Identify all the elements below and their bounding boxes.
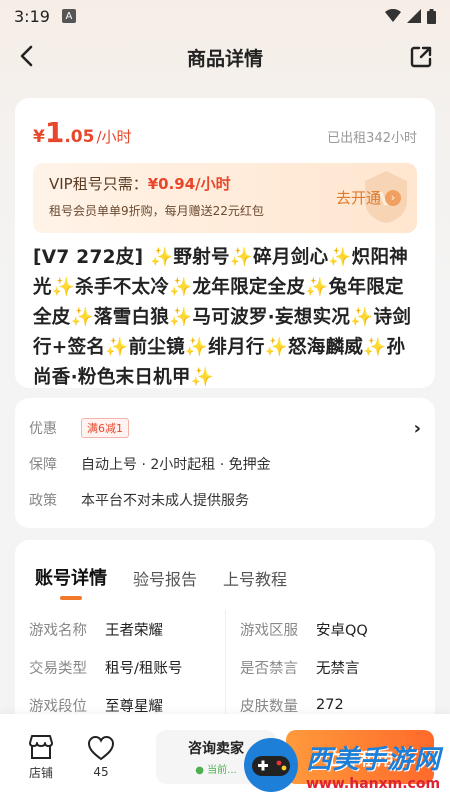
page-title: 商品详情: [186, 47, 263, 70]
detail-item: 是否禁言 无禁言: [225, 648, 421, 686]
detail-value: 至尊星耀: [105, 698, 163, 715]
vip-label: VIP租号只需：: [49, 175, 148, 193]
detail-key: 皮肤数量: [240, 698, 298, 715]
chevron-right-icon[interactable]: ›: [414, 418, 421, 439]
product-description: [V7 272皮] ✨野射号✨碎月剑心✨炽阳神光✨杀手不太冷✨龙年限定全皮✨兔年…: [33, 247, 412, 388]
price-decimal: .05: [64, 127, 95, 147]
chevron-right-icon: ›: [385, 189, 401, 206]
favorite-count: 45: [93, 765, 109, 779]
tab-login-tutorial[interactable]: 上号教程: [223, 566, 287, 590]
service-info-card: 优惠 满6减1 › 保障 自动上号 · 2小时起租 · 免押金 政策 本平台不对…: [15, 398, 435, 528]
watermark-url: www.hanxm.com: [306, 775, 441, 792]
detail-value: 租号/租账号: [105, 660, 183, 677]
tab-verification-report[interactable]: 验号报告: [133, 566, 197, 590]
detail-item: 游戏名称 王者荣耀: [29, 610, 225, 648]
vip-price: ¥0.94/小时: [147, 175, 231, 193]
detail-value: 272: [316, 697, 344, 713]
consult-title: 咨询卖家: [188, 741, 244, 757]
detail-value: 无禁言: [316, 660, 360, 677]
detail-item: 交易类型 租号/租账号: [29, 648, 225, 686]
detail-tabs: 账号详情 验号报告 上号教程: [29, 556, 421, 590]
battery-icon: [427, 8, 436, 24]
status-time: 3:19: [14, 6, 50, 26]
wifi-icon: [385, 9, 401, 22]
consult-status: ● 当前...: [195, 765, 237, 776]
price-integer: 1: [44, 116, 65, 149]
discount-label: 优惠: [29, 421, 57, 437]
vip-open-button[interactable]: 去开通 ›: [336, 187, 401, 208]
guarantee-label: 保障: [29, 457, 57, 473]
detail-key: 游戏段位: [29, 698, 87, 715]
rented-hours: 已出租342小时: [327, 131, 417, 146]
vip-open-label: 去开通: [335, 189, 381, 207]
vip-banner[interactable]: V VIP租号只需：¥0.94/小时 租号会员单单9折购，每月赠送22元红包 去…: [33, 163, 417, 233]
shop-label: 店铺: [28, 765, 53, 780]
detail-item: 游戏区服 安卓QQ: [225, 610, 421, 648]
tab-account-details[interactable]: 账号详情: [35, 564, 107, 590]
discount-row[interactable]: 优惠 满6减1 ›: [29, 410, 421, 446]
details-grid: 游戏名称 王者荣耀 游戏区服 安卓QQ 交易类型 租号/租账号 是否禁言 无禁言 游戏段…: [29, 610, 421, 724]
guarantee-row: 保障 自动上号 · 2小时起租 · 免押金: [29, 446, 421, 482]
detail-key: 是否禁言: [240, 660, 298, 677]
policy-row: 政策 本平台不对未成人提供服务: [29, 482, 421, 518]
heart-icon: [87, 735, 115, 761]
shop-button[interactable]: 店铺: [16, 734, 66, 781]
notification-a-icon: A: [61, 9, 76, 23]
back-arrow-icon[interactable]: [16, 44, 40, 68]
detail-key: 游戏名称: [29, 622, 87, 639]
account-details-card: 账号详情 验号报告 上号教程 游戏名称 王者荣耀 游戏区服 安卓QQ 交易类型 租号/…: [15, 540, 435, 740]
policy-label: 政策: [29, 493, 57, 509]
watermark-text-group: 西美手游网 www.hanxm.com: [306, 739, 441, 792]
bottom-action-bar: 店铺 45 咨询卖家 ● 当前... 立即租用 西美手游网 www.hanxm.…: [0, 714, 450, 800]
policy-value: 本平台不对未成人提供服务: [81, 493, 249, 509]
share-icon[interactable]: [408, 44, 434, 70]
product-card: ¥ 1 .05 /小时 已出租342小时 V VIP租号只需：¥0.94/小时 …: [15, 98, 435, 388]
watermark-title: 西美手游网: [306, 744, 442, 775]
price-unit: /小时: [96, 128, 132, 146]
status-bar: 3:19 A: [0, 0, 450, 32]
detail-value: 王者荣耀: [105, 622, 163, 639]
guarantee-value: 自动上号 · 2小时起租 · 免押金: [81, 457, 271, 473]
price-currency: ¥: [33, 127, 45, 147]
detail-key: 交易类型: [29, 660, 87, 677]
top-nav: 商品详情: [0, 32, 450, 82]
favorite-button[interactable]: 45: [76, 735, 126, 779]
discount-tag: 满6减1: [81, 418, 129, 438]
signal-icon: [407, 9, 421, 23]
gamepad-logo-icon: [244, 738, 298, 792]
detail-key: 游戏区服: [240, 622, 298, 639]
price-row: ¥ 1 .05 /小时 已出租342小时: [33, 116, 417, 149]
site-watermark: 西美手游网 www.hanxm.com: [242, 732, 442, 798]
detail-value: 安卓QQ: [316, 622, 368, 639]
shop-icon: [29, 734, 53, 759]
status-right-icons: [385, 8, 436, 24]
